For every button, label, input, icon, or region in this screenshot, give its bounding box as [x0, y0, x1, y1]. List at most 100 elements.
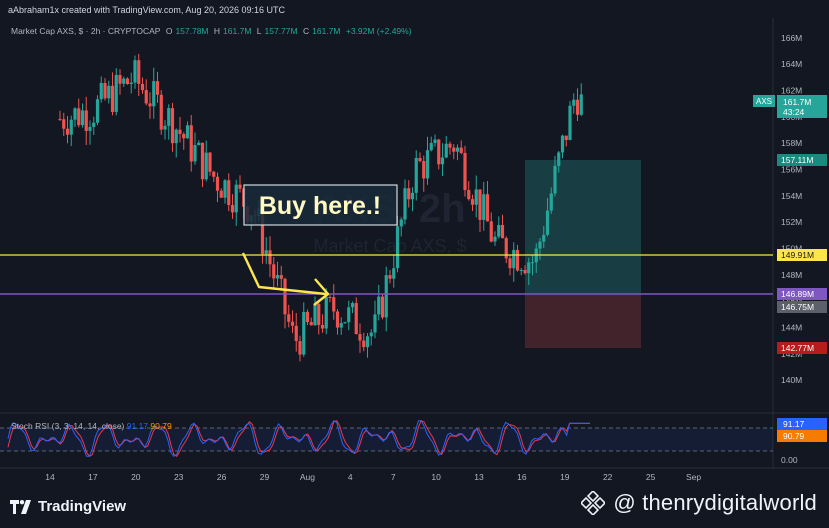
- candle-body: [197, 142, 201, 146]
- candle-body: [350, 303, 355, 308]
- candle-body: [103, 82, 107, 99]
- candle-body: [234, 184, 238, 213]
- candle-body: [459, 147, 463, 153]
- time-tick: 10: [431, 472, 441, 482]
- candle-body: [170, 108, 175, 144]
- candle-body: [230, 205, 235, 213]
- candle-body: [425, 150, 430, 179]
- candle-body: [422, 161, 426, 179]
- position-profit-zone[interactable]: [525, 160, 641, 296]
- candle-body: [287, 314, 291, 322]
- price-axis[interactable]: 166M164M162M160M158M156M154M152M150M148M…: [781, 33, 802, 385]
- candle-body: [369, 332, 373, 337]
- candle-body: [268, 250, 272, 265]
- rsi-axis-bottom: 0.00: [781, 455, 798, 465]
- candle-body: [467, 190, 471, 200]
- candle-body: [92, 122, 96, 127]
- candle-body: [485, 194, 490, 222]
- candle-body: [523, 270, 527, 274]
- candle-body: [107, 85, 111, 99]
- price-tick: 144M: [781, 323, 802, 333]
- candle-body: [332, 297, 336, 312]
- candle-body: [227, 180, 231, 206]
- candle-body: [144, 90, 148, 104]
- candle-body: [542, 234, 546, 242]
- time-tick: 26: [217, 472, 227, 482]
- tradingview-logo[interactable]: TradingView: [10, 498, 126, 515]
- candle-body: [62, 119, 66, 129]
- candle-body: [84, 110, 88, 131]
- candle-body: [298, 341, 302, 355]
- candle-body: [114, 74, 118, 112]
- rsi-legend[interactable]: Stoch RSI (3, 3, 14, 14, close) 91.17 90…: [11, 421, 172, 431]
- candle-body: [568, 105, 572, 140]
- target-label: 157.11M: [781, 155, 813, 165]
- price-tick: 140M: [781, 375, 802, 385]
- candle-body: [219, 190, 223, 198]
- annotation-text: Buy here.!: [259, 192, 381, 220]
- candle-body: [110, 85, 115, 112]
- time-tick: 13: [474, 472, 484, 482]
- candle-body: [362, 340, 366, 348]
- candle-body: [99, 82, 103, 100]
- position-loss-zone[interactable]: [525, 295, 641, 349]
- time-tick: 16: [517, 472, 527, 482]
- candle-body: [73, 108, 77, 120]
- candle-body: [358, 334, 362, 341]
- candle-body: [373, 314, 377, 333]
- candle-body: [279, 275, 283, 279]
- rsi-k-value: 91.17: [126, 421, 149, 431]
- candle-body: [463, 152, 467, 191]
- candle-body: [395, 226, 400, 269]
- candle-body: [58, 118, 62, 120]
- candle-body: [429, 143, 433, 151]
- candle-body: [448, 143, 452, 148]
- candle-body: [482, 194, 486, 220]
- candle-body: [557, 152, 561, 166]
- candle-body: [80, 110, 85, 126]
- price-tick: 158M: [781, 138, 802, 148]
- candle-body: [152, 81, 156, 107]
- candle-body: [305, 311, 310, 323]
- candle-body: [497, 225, 501, 237]
- candle-body: [384, 275, 388, 318]
- candle-body: [313, 304, 317, 326]
- symbol-tag: AXS: [756, 97, 772, 106]
- candle-body: [238, 184, 242, 189]
- candle-body: [283, 278, 287, 315]
- candle-body: [410, 192, 415, 200]
- candle-body: [133, 60, 137, 83]
- candle-body: [354, 303, 358, 335]
- tradingview-name: TradingView: [38, 498, 127, 515]
- candle-body: [159, 94, 163, 130]
- footer: TradingView @ thenrydigitalworld: [0, 488, 829, 528]
- candle-body: [343, 322, 347, 324]
- candle-body: [455, 147, 460, 152]
- rsi-d-value: 90.79: [150, 421, 172, 431]
- candle-body: [208, 152, 212, 172]
- price-tick: 154M: [781, 191, 802, 201]
- candle-body: [388, 275, 392, 279]
- brand-handle: @ thenrydigitalworld: [613, 490, 817, 515]
- price-tick: 152M: [781, 217, 802, 227]
- candle-body: [444, 143, 448, 158]
- candle-body: [564, 135, 568, 140]
- price-tick: 166M: [781, 33, 802, 43]
- countdown-label: 43:24: [783, 107, 805, 117]
- time-tick: 7: [391, 472, 396, 482]
- time-axis[interactable]: 14 17 20 23 26 29 Aug 4 7 10 13 16 19 22 25 Sep: [45, 472, 701, 482]
- candle-body: [508, 258, 512, 269]
- time-tick: 4: [348, 472, 353, 482]
- candle-body: [339, 323, 343, 328]
- candle-body: [519, 270, 523, 272]
- candle-body: [538, 241, 542, 249]
- candle-body: [452, 147, 456, 152]
- candle-body: [560, 135, 565, 153]
- candle-body: [470, 199, 475, 205]
- entry-label: 146.75M: [781, 302, 814, 312]
- candle-body: [437, 139, 441, 165]
- time-tick: 20: [131, 472, 141, 482]
- candle-body: [500, 225, 505, 239]
- price-chart[interactable]: AXS, 2h Market Cap AXS, $ Buy here.! 166…: [0, 0, 829, 490]
- candle-body: [433, 139, 437, 144]
